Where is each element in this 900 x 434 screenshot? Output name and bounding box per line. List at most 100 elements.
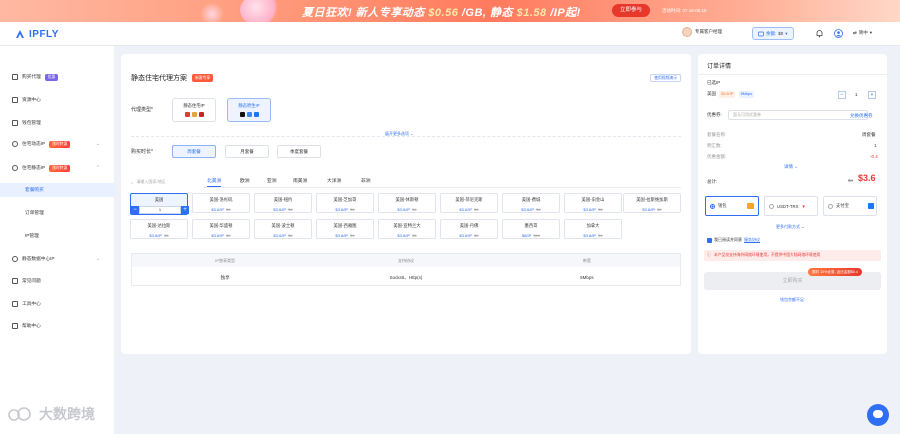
coupon-select[interactable]: 暂无可用优惠券 ⌄ xyxy=(728,110,868,120)
quantity-value[interactable]: 1 xyxy=(139,206,181,214)
tab-north-america[interactable]: 北美洲 xyxy=(207,176,222,187)
old-price: $10 xyxy=(533,233,541,238)
sidebar-item-wallet[interactable]: 钱包管理 xyxy=(0,116,114,130)
user-icon[interactable] xyxy=(834,29,843,38)
tab-asia[interactable]: 亚洲 xyxy=(267,176,277,187)
low-balance-note: 钱包余额不足 xyxy=(780,297,804,302)
sidebar-item-resources[interactable]: 资源中心 xyxy=(0,93,114,107)
city-card[interactable]: 美国-纽约 $3.6/IP $4 xyxy=(254,193,312,213)
city-card[interactable]: 美国-洛杉矶 $3.6/IP $4 xyxy=(192,193,250,213)
city-card[interactable]: 墨西哥 $8/IP $10 xyxy=(502,219,560,239)
proxy-type-label: 代理类型* xyxy=(131,107,153,113)
package-name-label: 套餐名称: xyxy=(707,132,727,137)
video-guide-link[interactable]: 使用视频演示 xyxy=(650,74,681,82)
chat-icon[interactable] xyxy=(867,404,889,426)
banner-decoration xyxy=(200,2,224,22)
city-card[interactable]: 美国-拉斯维加斯 $3.6/IP $4 xyxy=(623,193,681,213)
old-price: $4 xyxy=(288,233,293,238)
city-card[interactable]: 美国-旧金山 $3.6/IP $4 xyxy=(564,193,622,213)
tab-oceania[interactable]: 大洋洲 xyxy=(327,176,341,187)
more-pay-methods[interactable]: 更多付款方式 ⌄ xyxy=(776,224,804,230)
proxy-type-native[interactable]: 静态原生IP xyxy=(227,98,271,122)
decrease-button[interactable]: − xyxy=(838,91,846,99)
city-card[interactable]: 美国-波士顿 $3.6/IP $4 xyxy=(254,219,312,239)
city-card[interactable]: 美国-芝加哥 $3.6/IP $4 xyxy=(316,193,374,213)
proxy-type-residential[interactable]: 静态住宅IP xyxy=(172,98,216,122)
sidebar-item-static-ip[interactable]: 住宅静态IP 限时特惠 ⌃ xyxy=(0,161,114,175)
balance-box[interactable]: 余额: $0 ▾ xyxy=(752,27,794,40)
banner-price: $1.58 xyxy=(516,7,547,19)
sidebar-item-label: IP管理 xyxy=(25,233,39,238)
wallet-icon xyxy=(747,203,754,209)
tron-icon: ▼ xyxy=(801,203,806,209)
price: $3.6/IP xyxy=(459,207,473,212)
platform-icon xyxy=(184,112,190,117)
radio-icon xyxy=(710,203,715,209)
agree-row[interactable]: 我已阅读并同意 服务协议 xyxy=(707,237,760,243)
city-card[interactable]: 美国-华盛顿 $3.6/IP $4 xyxy=(192,219,250,239)
city-card-us[interactable]: 美国 − 1 + xyxy=(130,193,189,215)
globe-icon xyxy=(12,165,18,171)
bell-icon[interactable] xyxy=(815,29,824,38)
city-card[interactable]: 美国-西雅图 $3.6/IP $4 xyxy=(316,219,374,239)
minus-button[interactable]: − xyxy=(131,206,139,214)
spec-cell: 5Mbps xyxy=(580,275,594,280)
city-card[interactable]: 美国-达拉斯 $3.6/IP $4 xyxy=(130,219,188,239)
tab-europe[interactable]: 欧洲 xyxy=(240,176,250,187)
service-agreement-link[interactable]: 服务协议 xyxy=(744,237,760,243)
duration-month[interactable]: 月套餐 xyxy=(225,145,269,158)
sidebar-item-dynamic-ip[interactable]: 住宅动态IP 限时特惠 ⌄ xyxy=(0,137,114,151)
sidebar-item-help[interactable]: 帮助中心 xyxy=(0,319,114,333)
watermark: 大数跨境 xyxy=(8,404,95,424)
region-search[interactable]: ○ 请输入国家/地区 xyxy=(131,177,193,187)
discount-promo: 限时 10%优惠, 返还金额$0.4 xyxy=(808,268,862,276)
details-toggle[interactable]: 详情 ⌄ xyxy=(784,164,798,170)
promo-banner[interactable]: 夏日狂欢! 新人专享动态 $0.56 /GB, 静态 $1.58 /IP起! 立… xyxy=(0,0,900,22)
sidebar-item-ip-manage[interactable]: IP管理 xyxy=(0,229,114,243)
checkbox-icon[interactable] xyxy=(707,237,712,243)
spec-table: IP独享类型 支持协议 带宽 独享 Socks5、Http(s) 5Mbps xyxy=(131,253,681,286)
duration-quarter[interactable]: 季度套餐 xyxy=(277,145,321,158)
plus-button[interactable]: + xyxy=(181,206,189,214)
sidebar-item-datacenter-ip[interactable]: 静态数据中心IP ⌄ xyxy=(0,252,114,266)
increase-button[interactable]: + xyxy=(868,91,876,99)
city-card[interactable]: 美国-丹佛 $3.6/IP $4 xyxy=(440,219,498,239)
city-card[interactable]: 加拿大 $3.6/IP $4 xyxy=(564,219,622,239)
city-name: 墨西哥 xyxy=(524,223,538,228)
pay-wallet[interactable]: 钱包 xyxy=(705,196,759,216)
duration-week[interactable]: 周套餐 xyxy=(172,145,216,158)
account-manager[interactable]: 专属客户经理 xyxy=(682,27,722,37)
city-card[interactable]: 美国-费城 $3.6/IP $4 xyxy=(502,193,560,213)
pay-alipay[interactable]: 支付宝 xyxy=(823,196,877,216)
banner-period: 活动时间: 07.16-08.15 xyxy=(662,8,707,13)
sidebar-item-tools[interactable]: 工具中心 xyxy=(0,297,114,311)
sidebar-item-package-buy[interactable]: 套餐购买 xyxy=(0,183,114,197)
logo[interactable]: IPFLY xyxy=(14,28,59,40)
sidebar-item-faq[interactable]: 常见问题 xyxy=(0,274,114,288)
price: $3.6/IP xyxy=(583,233,597,238)
pay-usdt[interactable]: USDT-TRX ▼ xyxy=(764,196,818,216)
banner-join-button[interactable]: 立即参与 xyxy=(612,4,650,17)
quantity-stepper[interactable]: − 1 + xyxy=(131,206,189,214)
city-price: $3.6/IP $4 xyxy=(379,233,435,238)
tab-south-america[interactable]: 南美洲 xyxy=(293,176,307,187)
city-card[interactable]: 美国-休斯顿 $3.6/IP $4 xyxy=(378,193,436,213)
agree-text: 我已阅读并同意 xyxy=(714,237,742,242)
city-card[interactable]: 美国-亚特兰大 $3.6/IP $4 xyxy=(378,219,436,239)
tab-africa[interactable]: 非洲 xyxy=(361,176,371,187)
price: $3.6/IP xyxy=(397,207,411,212)
city-card[interactable]: 美国-菲尼克斯 $3.6/IP $4 xyxy=(440,193,498,213)
new-customer-badge: 新客专享 xyxy=(192,74,214,82)
wallet-icon xyxy=(758,31,764,36)
discount-value: -0.4 xyxy=(870,154,878,159)
details-label: 详情 xyxy=(784,164,793,169)
quantity-label: 明汇数: xyxy=(707,143,722,148)
sidebar-item-label: 工具中心 xyxy=(22,301,41,306)
redeem-coupon-link[interactable]: 兑换优惠券 xyxy=(850,113,873,119)
city-name: 美国-费城 xyxy=(521,197,541,202)
sidebar-item-buy-proxy[interactable]: 购买代理 优惠 xyxy=(0,70,114,84)
language-switch[interactable]: ⇄ 简中 ▾ xyxy=(853,30,872,36)
google-icon xyxy=(246,112,252,117)
total-old-price: $4 xyxy=(848,178,854,183)
sidebar-item-orders[interactable]: 订单管理 xyxy=(0,206,114,220)
